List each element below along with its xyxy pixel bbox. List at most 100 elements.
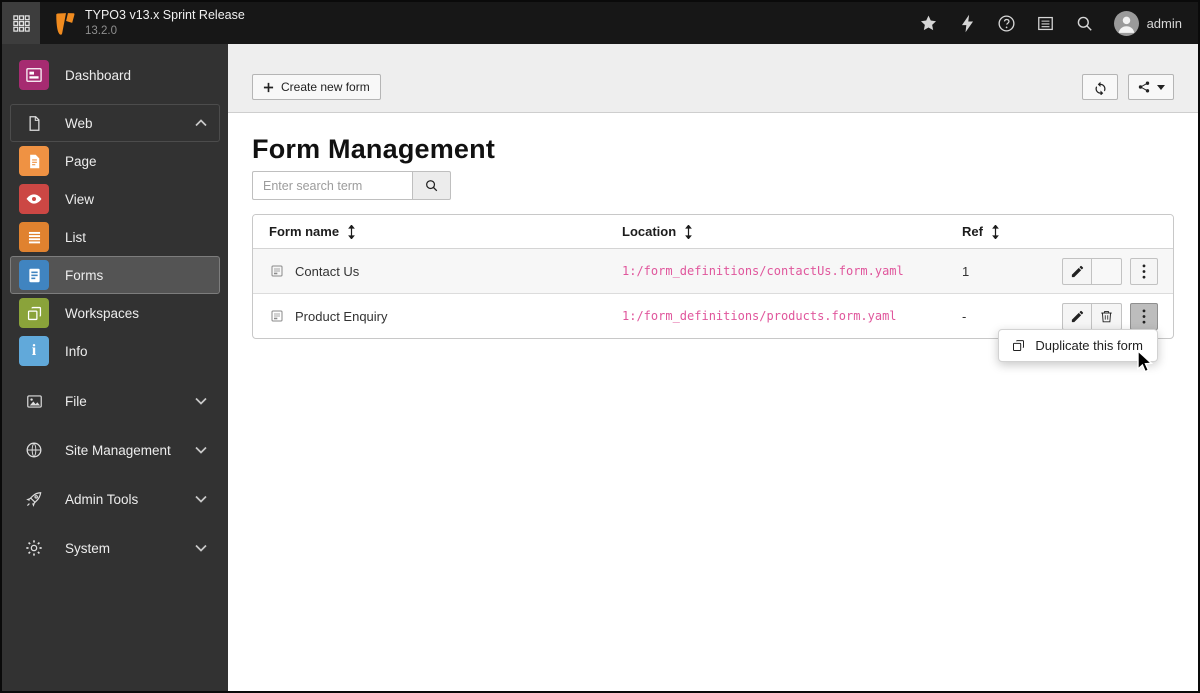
sidebar-item-view[interactable]: View <box>10 180 220 218</box>
share-button[interactable] <box>1128 74 1174 100</box>
sidebar-group-file[interactable]: File <box>10 382 220 420</box>
reload-button[interactable] <box>1082 74 1118 100</box>
form-ref-cell: - <box>946 309 1046 324</box>
delete-form-button-disabled <box>1092 257 1122 285</box>
sidebar-item-label: System <box>65 540 111 556</box>
column-header-location[interactable]: Location <box>606 224 946 239</box>
action-button-group <box>1062 257 1122 285</box>
typo3-version: 13.2.0 <box>85 24 117 37</box>
create-new-form-button[interactable]: Create new form <box>252 74 381 100</box>
sidebar-item-workspaces[interactable]: Workspaces <box>10 294 220 332</box>
edit-form-button[interactable] <box>1062 257 1092 285</box>
sidebar-item-label: File <box>65 393 87 409</box>
typo3-backend-window: TYPO3 v13.x Sprint Release 13.2.0 admin … <box>0 0 1200 693</box>
topbar: TYPO3 v13.x Sprint Release 13.2.0 admin <box>2 2 1198 44</box>
pencil-icon <box>1070 309 1085 324</box>
kebab-icon <box>1142 263 1146 279</box>
row-actions <box>1046 257 1173 285</box>
bookmark-star-icon[interactable] <box>919 13 939 33</box>
list-icon <box>19 222 49 252</box>
search-form <box>252 171 1174 200</box>
column-header-ref[interactable]: Ref <box>946 224 1046 239</box>
sidebar-group-admin-tools[interactable]: Admin Tools <box>10 480 220 518</box>
table-header-row: Form name Location Ref <box>253 215 1173 249</box>
sidebar-item-label: View <box>65 191 95 207</box>
sidebar-item-info[interactable]: i Info <box>10 332 220 370</box>
opendocs-icon[interactable] <box>1036 13 1056 33</box>
brand[interactable]: TYPO3 v13.x Sprint Release 13.2.0 <box>50 8 245 38</box>
site-title: TYPO3 v13.x Sprint Release <box>85 8 245 22</box>
image-icon <box>19 386 49 416</box>
form-location-cell: 1:/form_definitions/products.form.yaml <box>606 309 946 323</box>
sidebar-item-page[interactable]: Page <box>10 142 220 180</box>
sidebar-item-forms[interactable]: Forms <box>10 256 220 294</box>
sort-icon <box>347 224 356 239</box>
doc-header: Create new form <box>228 44 1198 113</box>
main-content: Create new form Form Management Enter se… <box>228 44 1198 691</box>
username-label: admin <box>1146 15 1182 31</box>
page-title: Form Management <box>252 134 496 164</box>
form-name: Product Enquiry <box>295 308 388 324</box>
search-icon <box>424 178 439 193</box>
delete-form-button[interactable] <box>1092 302 1122 330</box>
sidebar-group-system[interactable]: System <box>10 529 220 567</box>
sidebar-item-label: Info <box>65 343 88 359</box>
page-icon <box>19 146 49 176</box>
workspaces-icon <box>19 298 49 328</box>
globe-icon <box>19 435 49 465</box>
more-actions-button[interactable] <box>1130 257 1158 285</box>
gear-icon <box>19 533 49 563</box>
chevron-up-icon <box>195 119 207 127</box>
sidebar-item-label: Site Management <box>65 442 171 458</box>
sort-icon <box>684 224 693 239</box>
form-page-icon <box>269 263 285 279</box>
topbar-toolbar: admin <box>919 10 1198 36</box>
context-menu: Duplicate this form <box>998 329 1158 362</box>
sidebar-item-label: Page <box>65 153 97 169</box>
duplicate-form-menuitem[interactable]: Duplicate this form <box>999 330 1157 361</box>
sidebar-item-dashboard[interactable]: Dashboard <box>10 56 220 94</box>
form-location-cell: 1:/form_definitions/contactUs.form.yaml <box>606 264 946 278</box>
chevron-down-icon <box>195 397 207 405</box>
duplicate-icon <box>1011 338 1026 353</box>
clear-cache-bolt-icon[interactable] <box>958 13 978 33</box>
menu-grid-icon <box>12 14 31 33</box>
pencil-icon <box>1070 264 1085 279</box>
sidebar-item-label: List <box>65 229 87 245</box>
sidebar-item-list[interactable]: List <box>10 218 220 256</box>
sidebar-item-label: Admin Tools <box>65 491 139 507</box>
doc-header-actions <box>1082 74 1174 100</box>
forms-icon <box>19 260 49 290</box>
module-menu-toggle-button[interactable] <box>2 2 40 44</box>
share-icon <box>1137 80 1151 94</box>
help-icon[interactable] <box>997 13 1017 33</box>
search-icon[interactable] <box>1075 13 1095 33</box>
rocket-icon <box>19 484 49 514</box>
sidebar-item-label: Dashboard <box>65 67 132 83</box>
row-actions <box>1046 302 1173 330</box>
user-menu[interactable]: admin <box>1113 10 1182 36</box>
form-location-link[interactable]: 1:/form_definitions/contactUs.form.yaml <box>622 264 904 278</box>
avatar <box>1113 10 1139 36</box>
ref-count: 1 <box>962 263 970 279</box>
column-header-form-name[interactable]: Form name <box>253 224 606 239</box>
trash-icon <box>1099 309 1114 324</box>
edit-form-button[interactable] <box>1062 302 1092 330</box>
chevron-down-icon <box>195 495 207 503</box>
form-name: Contact Us <box>295 263 360 279</box>
module-body: Form Management Form name <box>228 113 1198 339</box>
info-icon: i <box>19 336 49 366</box>
search-submit-button[interactable] <box>412 171 451 200</box>
more-actions-button-active[interactable] <box>1130 302 1158 330</box>
kebab-icon <box>1142 308 1146 324</box>
dashboard-icon <box>19 60 49 90</box>
caret-down-icon <box>1157 84 1165 90</box>
column-label: Location <box>622 224 677 239</box>
sidebar-group-web[interactable]: Web <box>10 104 220 142</box>
form-location-link[interactable]: 1:/form_definitions/products.form.yaml <box>622 309 897 323</box>
search-input[interactable] <box>252 171 412 200</box>
brand-text: TYPO3 v13.x Sprint Release 13.2.0 <box>85 8 245 38</box>
sidebar-group-site-management[interactable]: Site Management <box>10 431 220 469</box>
refresh-icon <box>1093 80 1108 95</box>
plus-icon <box>263 82 274 93</box>
